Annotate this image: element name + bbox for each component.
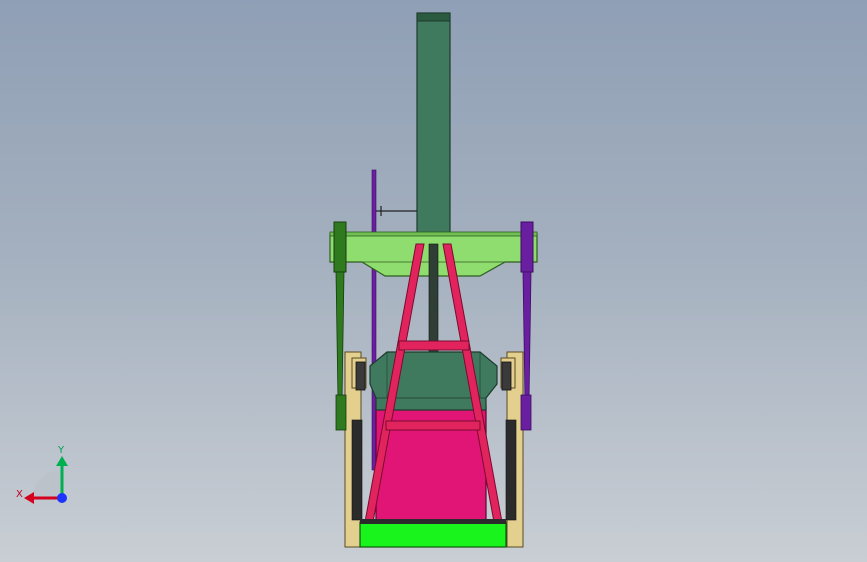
skid-base[interactable]	[359, 519, 507, 548]
right-pitman-arm[interactable]	[520, 221, 534, 431]
coordinate-triad: Y X	[16, 445, 68, 504]
graphics-viewport[interactable]: Y X	[0, 0, 867, 562]
z-axis-icon	[57, 493, 67, 503]
y-axis-label: Y	[57, 445, 65, 456]
right-crank-frame[interactable]	[500, 351, 524, 548]
left-pitman-arm[interactable]	[333, 221, 347, 431]
pump-jack-model[interactable]	[0, 0, 867, 562]
walking-beam[interactable]	[416, 12, 451, 246]
x-axis-label: X	[16, 489, 23, 500]
left-crank-frame[interactable]	[344, 351, 367, 548]
